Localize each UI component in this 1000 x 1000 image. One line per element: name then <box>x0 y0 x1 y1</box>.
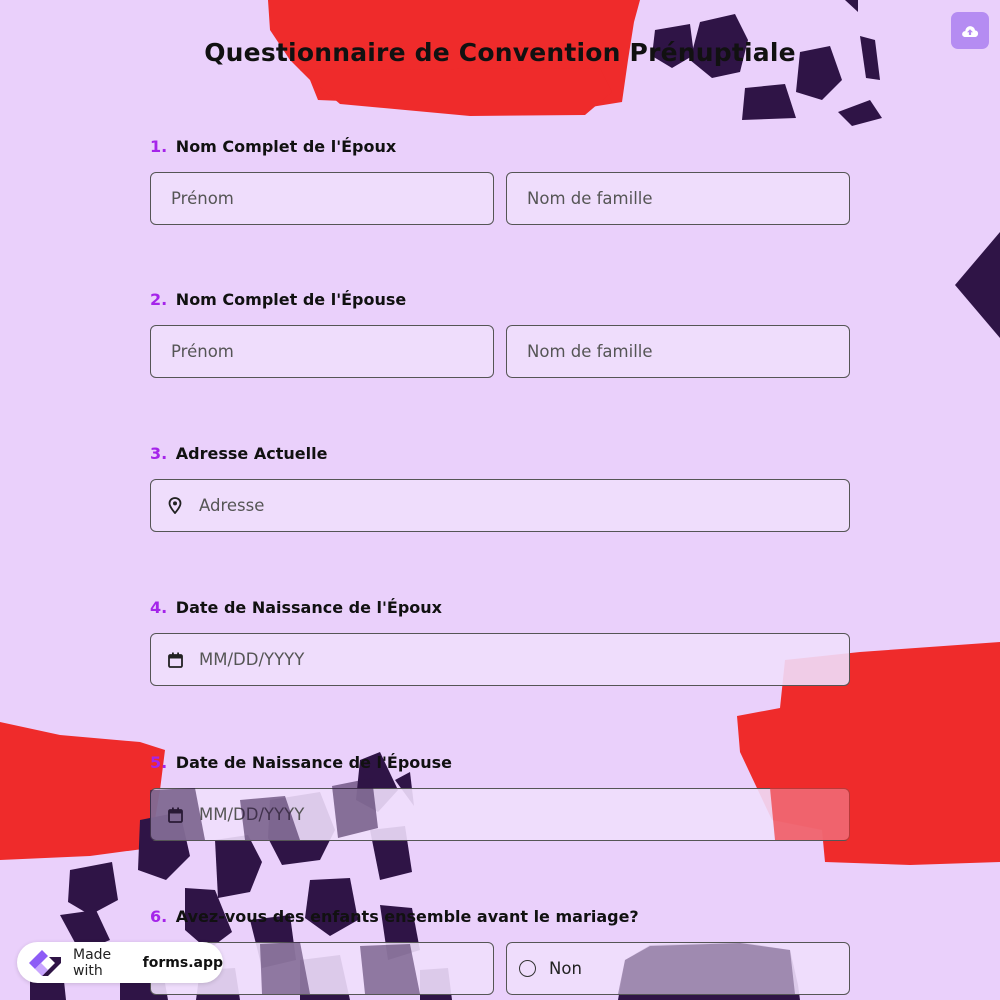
input-placeholder: Nom de famille <box>527 342 653 361</box>
question-2-label: 2. Nom Complet de l'Épouse <box>150 290 850 310</box>
question-text: Adresse Actuelle <box>175 444 328 463</box>
question-6-label: 6. Avez-vous des enfants ensemble avant … <box>150 907 850 927</box>
question-3: 3. Adresse Actuelle Adresse <box>150 444 850 532</box>
question-5: 5. Date de Naissance de l'Épouse MM/DD/Y… <box>150 753 850 841</box>
input-placeholder: Adresse <box>199 496 265 515</box>
question-number: 5. <box>150 753 168 772</box>
input-placeholder: MM/DD/YYYY <box>199 805 305 824</box>
question-3-label: 3. Adresse Actuelle <box>150 444 850 464</box>
input-placeholder: Prénom <box>171 189 234 208</box>
husband-last-name-input[interactable]: Nom de famille <box>506 172 850 225</box>
wife-first-name-input[interactable]: Prénom <box>150 325 494 378</box>
address-input[interactable]: Adresse <box>150 479 850 532</box>
wife-last-name-input[interactable]: Nom de famille <box>506 325 850 378</box>
question-number: 6. <box>150 907 168 926</box>
children-option-no[interactable]: Non <box>506 942 850 995</box>
calendar-icon <box>151 652 197 668</box>
input-placeholder: Prénom <box>171 342 234 361</box>
question-text: Date de Naissance de l'Épouse <box>175 753 453 772</box>
badge-made-with: Made with <box>73 946 112 979</box>
question-number: 1. <box>150 137 168 156</box>
badge-brand: forms.app <box>142 954 223 971</box>
cloud-upload-icon <box>961 24 979 38</box>
question-6: 6. Avez-vous des enfants ensemble avant … <box>150 907 850 995</box>
question-text: Avez-vous des enfants ensemble avant le … <box>175 907 639 926</box>
calendar-icon <box>151 807 197 823</box>
question-1-label: 1. Nom Complet de l'Époux <box>150 137 850 157</box>
option-label: Non <box>549 959 582 978</box>
question-number: 4. <box>150 598 168 617</box>
input-placeholder: MM/DD/YYYY <box>199 650 305 669</box>
location-pin-icon <box>151 497 197 514</box>
question-text: Nom Complet de l'Époux <box>175 137 397 156</box>
question-5-label: 5. Date de Naissance de l'Épouse <box>150 753 850 773</box>
input-placeholder: Nom de famille <box>527 189 653 208</box>
upload-button[interactable] <box>951 12 989 49</box>
form-page: Questionnaire de Convention Prénuptiale … <box>0 0 1000 1000</box>
made-with-badge[interactable]: Made with forms.app <box>17 942 223 983</box>
question-text: Date de Naissance de l'Époux <box>175 598 442 617</box>
question-number: 2. <box>150 290 168 309</box>
question-4: 4. Date de Naissance de l'Époux MM/DD/YY… <box>150 598 850 686</box>
question-1: 1. Nom Complet de l'Époux Prénom Nom de … <box>150 137 850 225</box>
radio-button[interactable] <box>519 960 536 977</box>
form-title: Questionnaire de Convention Prénuptiale <box>204 38 796 67</box>
question-4-label: 4. Date de Naissance de l'Époux <box>150 598 850 618</box>
forms-app-logo-icon <box>25 946 65 980</box>
question-text: Nom Complet de l'Épouse <box>175 290 407 309</box>
husband-birthdate-input[interactable]: MM/DD/YYYY <box>150 633 850 686</box>
wife-birthdate-input[interactable]: MM/DD/YYYY <box>150 788 850 841</box>
husband-first-name-input[interactable]: Prénom <box>150 172 494 225</box>
question-2: 2. Nom Complet de l'Épouse Prénom Nom de… <box>150 290 850 378</box>
question-number: 3. <box>150 444 168 463</box>
